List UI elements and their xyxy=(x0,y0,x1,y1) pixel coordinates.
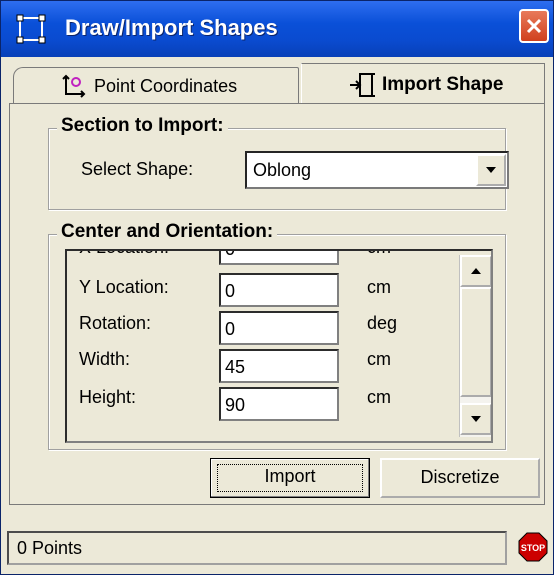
height-unit: cm xyxy=(367,387,391,407)
tab-point-coordinates[interactable]: Point Coordinates xyxy=(13,67,299,103)
window-title: Draw/Import Shapes xyxy=(65,15,278,40)
discretize-button-label: Discretize xyxy=(420,467,500,487)
import-button[interactable]: Import xyxy=(210,458,370,498)
status-bar: 0 Points xyxy=(7,531,507,565)
scroll-up-button[interactable] xyxy=(460,255,491,287)
shape-select[interactable]: Oblong xyxy=(245,151,509,189)
y-location-input[interactable]: 0 xyxy=(219,273,339,307)
focus-rectangle xyxy=(217,464,363,492)
tab-import-shape[interactable]: Import Shape xyxy=(301,63,545,105)
height-input[interactable]: 90 xyxy=(219,387,339,421)
location-scroll-area[interactable]: X Location: 0 cm Y Location: 0 cm Rotati… xyxy=(65,249,493,443)
status-text: 0 Points xyxy=(17,538,83,558)
x-location-label: X Location: xyxy=(79,251,169,258)
rotation-input[interactable]: 0 xyxy=(219,311,339,345)
select-shape-label: Select Shape: xyxy=(81,159,194,179)
discretize-button[interactable]: Discretize xyxy=(380,458,540,498)
stop-icon[interactable]: STOP xyxy=(517,531,549,563)
x-location-input[interactable]: 0 xyxy=(219,251,339,265)
tab-import-shape-label: Import Shape xyxy=(382,74,504,95)
rotation-unit: deg xyxy=(367,313,398,333)
scroll-thumb[interactable] xyxy=(460,287,491,397)
tab-strip: Point Coordinates Import Shape xyxy=(9,61,545,105)
y-location-unit: cm xyxy=(367,277,391,297)
section-to-import-title: Section to Import: xyxy=(57,115,228,137)
import-shape-icon xyxy=(350,73,375,97)
shape-select-value: Oblong xyxy=(253,160,312,180)
x-location-unit: cm xyxy=(367,251,391,258)
rotation-label: Rotation: xyxy=(79,313,152,333)
center-orientation-group: Center and Orientation: X Location: 0 cm… xyxy=(48,221,506,450)
arrow-down-icon xyxy=(471,416,481,422)
scroll-down-button[interactable] xyxy=(460,403,491,435)
tab-point-coordinates-label: Point Coordinates xyxy=(94,76,238,96)
stop-icon-label: STOP xyxy=(521,543,545,553)
close-icon xyxy=(526,18,542,34)
shape-icon xyxy=(16,14,46,44)
vertical-scrollbar[interactable] xyxy=(459,255,491,437)
shape-select-dropdown-button[interactable] xyxy=(476,154,506,186)
arrow-up-icon xyxy=(471,268,481,274)
height-label: Height: xyxy=(79,387,137,407)
dialog-window: Draw/Import Shapes Point Coordinates Imp… xyxy=(0,0,554,575)
close-button[interactable] xyxy=(519,9,549,43)
width-unit: cm xyxy=(367,349,391,369)
width-label: Width: xyxy=(79,349,131,369)
point-coordinates-icon xyxy=(62,74,86,98)
tab-panel-import-shape: Section to Import: Select Shape: Oblong … xyxy=(9,103,545,505)
title-bar[interactable]: Draw/Import Shapes xyxy=(1,1,553,57)
section-to-import-group: Section to Import: Select Shape: Oblong xyxy=(48,115,509,210)
chevron-down-icon xyxy=(486,167,496,173)
y-location-label: Y Location: xyxy=(79,277,169,297)
width-input[interactable]: 45 xyxy=(219,349,339,383)
center-orientation-title: Center and Orientation: xyxy=(57,221,278,243)
